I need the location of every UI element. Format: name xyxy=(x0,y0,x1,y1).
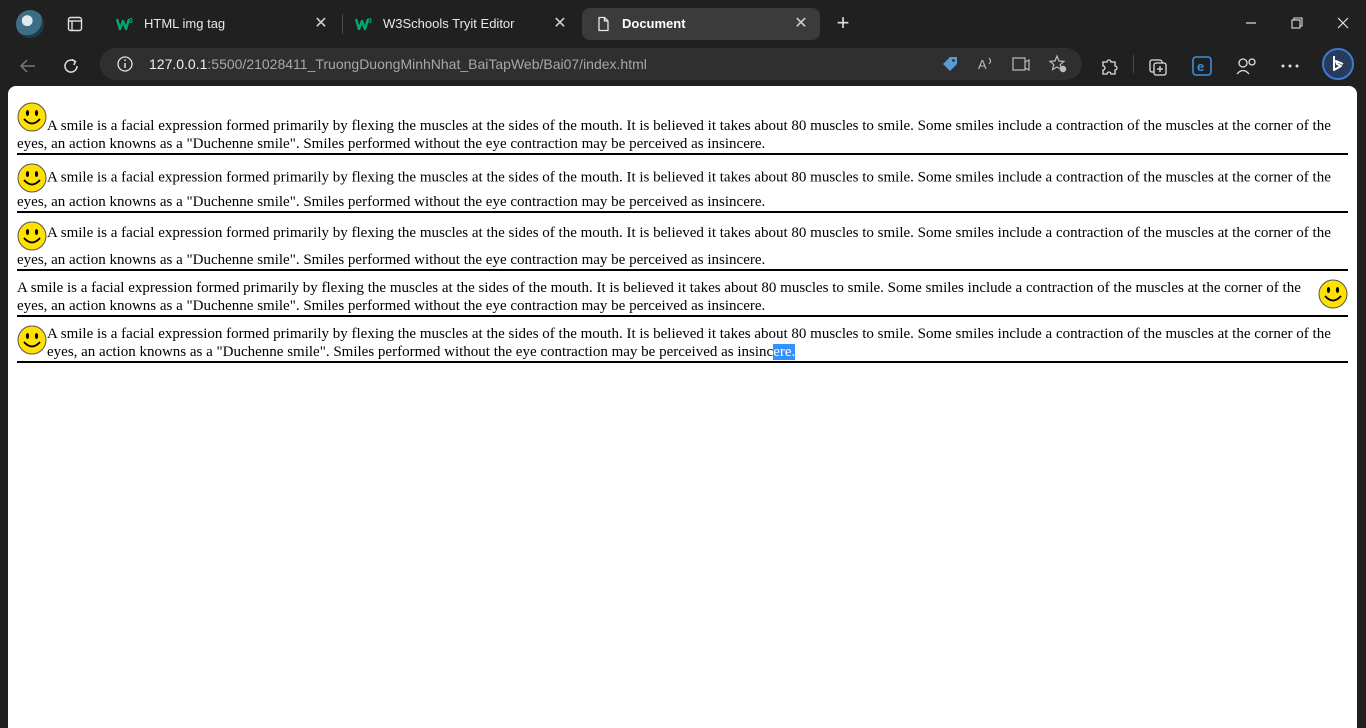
paragraph-text: A smile is a facial expression formed pr… xyxy=(17,118,1331,152)
collections-icon[interactable] xyxy=(1146,54,1170,78)
document-body: A smile is a facial expression formed pr… xyxy=(17,102,1348,371)
smiley-face-icon xyxy=(17,325,47,355)
w3schools-icon: 3 xyxy=(116,18,133,31)
read-aloud-icon[interactable]: A xyxy=(976,54,996,74)
close-tab-icon[interactable]: ✕ xyxy=(792,15,810,33)
refresh-icon xyxy=(64,58,78,73)
paragraph-right-align: A smile is a facial expression formed pr… xyxy=(17,279,1348,317)
tab-strip: 3 HTML img tag ✕ 3 W3Schools Tryit Edito… xyxy=(0,0,1366,46)
tab-html-img-tag[interactable]: 3 HTML img tag ✕ xyxy=(104,8,340,40)
svg-text:e: e xyxy=(1197,59,1204,74)
paragraph-left-align: A smile is a facial expression formed pr… xyxy=(17,325,1348,363)
paragraph-default-align: A smile is a facial expression formed pr… xyxy=(17,102,1348,155)
close-window-button[interactable] xyxy=(1320,8,1366,38)
tab-w3schools-tryit-editor[interactable]: 3 W3Schools Tryit Editor ✕ xyxy=(343,8,579,40)
paragraph-text: A smile is a facial expression formed pr… xyxy=(17,169,1331,210)
url-host: 127.0.0.1 xyxy=(149,56,208,72)
more-options-icon[interactable] xyxy=(1278,54,1302,78)
tab-actions-button[interactable] xyxy=(62,12,88,36)
close-icon xyxy=(1337,17,1349,29)
svg-text:A: A xyxy=(978,57,987,72)
close-tab-icon[interactable]: ✕ xyxy=(551,15,569,33)
text-selection: ere. xyxy=(773,344,796,360)
paragraph-text: A smile is a facial expression formed pr… xyxy=(47,326,1331,360)
profile-avatar[interactable] xyxy=(16,10,44,38)
bing-copilot-button[interactable] xyxy=(1322,48,1354,80)
svg-text:3: 3 xyxy=(368,18,372,25)
smiley-face-icon xyxy=(1318,279,1348,309)
immersive-reader-icon[interactable] xyxy=(1011,54,1031,74)
toolbar-divider xyxy=(1133,55,1134,73)
restore-icon xyxy=(1291,17,1303,29)
smiley-face-icon xyxy=(17,221,47,251)
tab-title: Document xyxy=(622,16,686,31)
url-path: :5500/21028411_TruongDuongMinhNhat_BaiTa… xyxy=(207,56,647,72)
paragraph-middle-align: A smile is a facial expression formed pr… xyxy=(17,163,1348,213)
new-tab-button[interactable]: + xyxy=(830,11,856,37)
tab-title: HTML img tag xyxy=(144,16,226,31)
paragraph-bottom-align: A smile is a facial expression formed pr… xyxy=(17,221,1348,271)
tab-document[interactable]: Document ✕ xyxy=(582,8,820,40)
close-tab-icon[interactable]: ✕ xyxy=(312,15,330,33)
page-icon xyxy=(598,16,609,32)
bing-icon xyxy=(1333,56,1344,71)
minimize-icon xyxy=(1246,22,1256,24)
tab-title: W3Schools Tryit Editor xyxy=(383,16,515,31)
back-arrow-icon xyxy=(19,59,35,73)
svg-text:3: 3 xyxy=(129,18,133,25)
smiley-face-icon xyxy=(17,102,47,132)
address-bar[interactable]: 127.0.0.1:5500/21028411_TruongDuongMinhN… xyxy=(100,48,1082,80)
edge-browser-essentials-icon[interactable]: e xyxy=(1190,54,1214,78)
page-viewport: A smile is a facial expression formed pr… xyxy=(8,86,1357,728)
toolbar: 127.0.0.1:5500/21028411_TruongDuongMinhN… xyxy=(0,46,1366,86)
coupon-tag-icon[interactable] xyxy=(940,54,960,74)
minimize-button[interactable] xyxy=(1228,8,1274,38)
extensions-icon[interactable] xyxy=(1097,54,1121,78)
tab-actions-icon xyxy=(67,16,83,32)
performance-icon[interactable] xyxy=(1234,54,1258,78)
smiley-face-icon xyxy=(17,163,47,193)
w3schools-icon: 3 xyxy=(355,18,372,31)
site-info-icon[interactable] xyxy=(116,55,134,73)
restore-button[interactable] xyxy=(1274,8,1320,38)
add-favorite-icon[interactable] xyxy=(1048,54,1068,74)
back-button[interactable] xyxy=(12,50,44,82)
url-text: 127.0.0.1:5500/21028411_TruongDuongMinhN… xyxy=(149,56,647,72)
paragraph-text: A smile is a facial expression formed pr… xyxy=(17,225,1331,268)
paragraph-text: A smile is a facial expression formed pr… xyxy=(17,280,1301,314)
refresh-button[interactable] xyxy=(55,50,87,82)
